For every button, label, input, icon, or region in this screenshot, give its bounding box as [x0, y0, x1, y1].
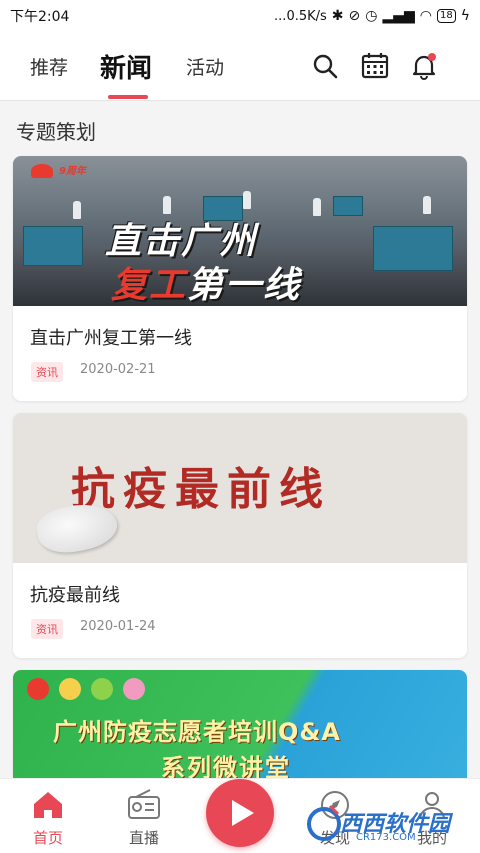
signal-icon: ▂▄▆	[382, 8, 415, 24]
watermark-subtext: CR173.COM	[356, 832, 416, 843]
home-icon	[30, 787, 66, 823]
network-speed: ...0.5K/s	[274, 8, 327, 24]
banner-headline-line2: 系列微讲堂	[161, 754, 291, 778]
tab-news-label: 新闻	[100, 53, 153, 84]
radio-icon	[126, 787, 162, 823]
publish-date: 2020-02-21	[80, 362, 156, 377]
topic-card[interactable]: 抗疫最前线 抗疫最前线 资讯 2020-01-24	[13, 413, 467, 658]
bell-icon[interactable]	[410, 52, 438, 80]
top-navigation: 推荐 新闻 活动	[0, 32, 480, 100]
tab-activity[interactable]: 活动	[186, 32, 224, 100]
publish-date: 2020-01-24	[80, 619, 156, 634]
watermark-logo	[307, 804, 341, 841]
nav-home-label: 首页	[32, 829, 63, 847]
search-icon[interactable]	[311, 52, 339, 80]
nav-live-label: 直播	[128, 829, 159, 847]
banner-headline-line2: 复工第一线	[111, 265, 302, 306]
topic-banner-image: 9周年 直击广州 复工第一线	[13, 156, 467, 306]
site-watermark: 西西软件园 CR173.COM	[300, 800, 464, 848]
tab-activity-label: 活动	[186, 56, 225, 79]
mute-icon: ⊘	[348, 8, 361, 24]
category-badge: 资讯	[31, 619, 63, 639]
alarm-icon: ◷	[365, 8, 378, 24]
banner-headline: 抗疫最前线	[71, 464, 331, 515]
category-badge: 资讯	[31, 362, 63, 382]
section-title: 专题策划	[16, 120, 96, 144]
media-logo	[31, 164, 53, 178]
tab-recommend[interactable]: 推荐	[30, 32, 68, 100]
play-icon	[232, 800, 254, 826]
play-button[interactable]	[206, 779, 274, 847]
active-tab-indicator	[108, 95, 148, 99]
nav-home[interactable]: 首页	[13, 779, 83, 853]
topic-card[interactable]: 广州防疫志愿者培训Q&A 系列微讲堂	[13, 670, 467, 778]
battery-indicator: 18	[437, 9, 456, 23]
banner-headline-line1: 广州防疫志愿者培训Q&A	[53, 718, 341, 746]
nav-live[interactable]: 直播	[109, 779, 179, 853]
charging-icon: ϟ	[460, 8, 470, 24]
topic-card[interactable]: 9周年 直击广州 复工第一线 直击广州复工第一线 资讯 2020-02-21	[13, 156, 467, 401]
card-title: 直击广州复工第一线	[30, 328, 192, 349]
card-title: 抗疫最前线	[30, 585, 120, 606]
topic-banner-image: 抗疫最前线	[13, 413, 467, 563]
bluetooth-icon: ✱	[331, 8, 344, 24]
tab-news[interactable]: 新闻	[100, 32, 152, 100]
topic-banner-image: 广州防疫志愿者培训Q&A 系列微讲堂	[13, 670, 467, 778]
status-bar: 下午2:04 ...0.5K/s ✱ ⊘ ◷ ▂▄▆ ◠ 18 ϟ	[0, 0, 480, 32]
news-feed[interactable]: 专题策划 9周年 直击广州 复工第一线 直击广州复工第一线 资讯 2020-02…	[0, 101, 480, 778]
anniversary-logo: 9周年	[59, 166, 86, 177]
calendar-icon[interactable]	[361, 52, 389, 80]
wifi-icon: ◠	[419, 8, 433, 24]
status-indicators: ...0.5K/s ✱ ⊘ ◷ ▂▄▆ ◠ 18 ϟ	[274, 8, 470, 24]
status-time: 下午2:04	[10, 9, 70, 25]
tab-recommend-label: 推荐	[30, 56, 69, 79]
